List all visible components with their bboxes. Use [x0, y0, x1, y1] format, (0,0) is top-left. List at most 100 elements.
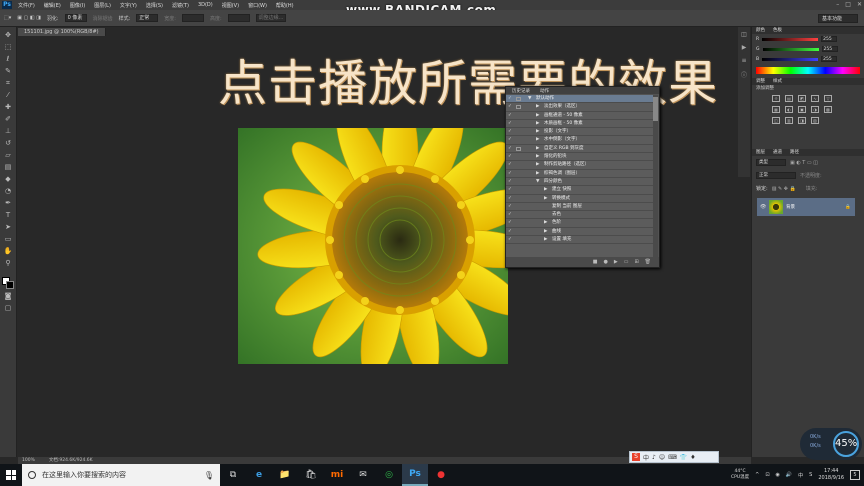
color-swatches[interactable]: [2, 277, 14, 289]
action-row[interactable]: ✓ ▶ 色阶: [506, 219, 654, 228]
channel-slider[interactable]: [762, 57, 819, 61]
action-checkbox[interactable]: ✓: [508, 203, 514, 211]
tab-paths[interactable]: 路径: [790, 149, 799, 156]
close-button[interactable]: ✕: [857, 1, 862, 8]
action-checkbox[interactable]: ✓: [508, 153, 514, 161]
action-row[interactable]: ✓ ▶ 熔化的铅块: [506, 153, 654, 162]
sogou-tray-icon[interactable]: S: [809, 472, 812, 478]
marquee-tool-icon[interactable]: ⬚: [4, 43, 13, 52]
action-row[interactable]: ✓ ▶ 曲线: [506, 228, 654, 237]
action-checkbox[interactable]: ✓: [508, 103, 514, 111]
menu-item[interactable]: 窗口(W): [248, 2, 267, 9]
action-row[interactable]: ✓ 复制 当前 图层: [506, 203, 654, 212]
pen-tool-icon[interactable]: ✒: [4, 199, 13, 208]
store-icon[interactable]: 🛍: [298, 464, 324, 486]
dialog-toggle-icon[interactable]: [516, 146, 521, 151]
microphone-icon[interactable]: 🎙: [204, 471, 214, 480]
play-icon[interactable]: ▶: [614, 259, 618, 265]
feather-input[interactable]: 0 像素: [64, 14, 87, 22]
action-checkbox[interactable]: ✓: [508, 136, 514, 144]
clock[interactable]: 17:44 2018/9/16: [818, 468, 844, 482]
action-row[interactable]: ✓ ▶ 水中倒影（文字）: [506, 136, 654, 145]
new-action-icon[interactable]: ⊞: [634, 259, 638, 265]
action-row[interactable]: ✓ ▼ 四分颜色: [506, 178, 654, 187]
menu-item[interactable]: 图层(L): [94, 2, 111, 9]
photoshop-logo-icon[interactable]: Ps: [2, 1, 12, 9]
lasso-tool-icon[interactable]: ℓ: [4, 55, 13, 64]
action-checkbox[interactable]: ✓: [508, 112, 514, 120]
start-button[interactable]: [0, 464, 22, 486]
twirl-icon[interactable]: ▶: [536, 128, 539, 136]
ime-emoji-icon[interactable]: ☺: [659, 454, 665, 461]
ime-skin-icon[interactable]: 👕: [680, 454, 687, 461]
twirl-icon[interactable]: ▶: [536, 153, 539, 161]
twirl-icon[interactable]: ▶: [536, 161, 539, 169]
action-row[interactable]: ✓ ▶ 设置 填充: [506, 236, 654, 245]
zoom-tool-icon[interactable]: ⚲: [4, 259, 13, 268]
move-tool-icon[interactable]: ✥: [4, 31, 13, 40]
action-checkbox[interactable]: ✓: [508, 120, 514, 128]
action-row[interactable]: ✓ ▶ 棕褐色调（图层）: [506, 170, 654, 178]
menu-item[interactable]: 编辑(E): [44, 2, 61, 9]
record-icon[interactable]: ●: [603, 259, 607, 265]
adjustment-icon[interactable]: ◑: [811, 106, 819, 113]
ime-toolbar[interactable]: S 中 ♪ ☺ ⌨ 👕 ♦: [629, 451, 719, 463]
action-checkbox[interactable]: ✓: [508, 219, 514, 227]
action-row[interactable]: ✓ ▶ 转换模式: [506, 195, 654, 203]
channel-value[interactable]: 255: [821, 36, 838, 42]
minimize-button[interactable]: –: [836, 1, 839, 8]
layer-filter-icons[interactable]: ▣ ◐ T ▭ ◫: [790, 160, 818, 166]
adjustment-icon[interactable]: ▣: [798, 106, 806, 113]
menu-item[interactable]: 文字(Y): [120, 2, 137, 9]
style-select[interactable]: 正常: [136, 14, 159, 22]
healing-brush-tool-icon[interactable]: ✚: [4, 103, 13, 112]
twirl-icon[interactable]: ▶: [536, 145, 539, 153]
action-row[interactable]: ✓ ▶ 木质画框 - 50 像素: [506, 120, 654, 129]
action-row[interactable]: ✓ ▶ 淡出效果（选区）: [506, 103, 654, 112]
twirl-icon[interactable]: ▶: [544, 195, 547, 203]
antialias-checkbox[interactable]: 消除锯齿: [93, 15, 113, 22]
volume-icon[interactable]: 🔊: [786, 472, 792, 478]
menu-item[interactable]: 图像(I): [70, 2, 85, 9]
action-row[interactable]: ✓ ▶ 画框通道 - 50 像素: [506, 112, 654, 120]
blend-mode-select[interactable]: 正常: [756, 172, 796, 179]
action-checkbox[interactable]: ✓: [508, 128, 514, 136]
adjustment-icon[interactable]: ◨: [798, 117, 806, 124]
notification-center-icon[interactable]: 5: [850, 470, 860, 480]
input-lang-icon[interactable]: 中: [798, 472, 803, 479]
dodge-tool-icon[interactable]: ◔: [4, 187, 13, 196]
tab-adjustments[interactable]: 调整: [756, 78, 765, 85]
blur-tool-icon[interactable]: ◆: [4, 175, 13, 184]
document-tab[interactable]: 151101.jpg @ 100%(RGB/8#): [18, 28, 106, 36]
adjustment-icon[interactable]: ▽: [824, 95, 832, 102]
ime-punct-icon[interactable]: ♪: [652, 454, 656, 461]
channel-value[interactable]: 255: [821, 56, 838, 62]
type-tool-icon[interactable]: T: [4, 211, 13, 220]
twirl-icon[interactable]: ▼: [528, 95, 531, 103]
twirl-icon[interactable]: ▶: [536, 170, 539, 178]
adjustment-icon[interactable]: ◫: [772, 117, 780, 124]
adjustment-icon[interactable]: ▧: [811, 117, 819, 124]
properties-panel-icon[interactable]: ≡: [741, 57, 746, 64]
path-select-tool-icon[interactable]: ➤: [4, 223, 13, 232]
workspace-select[interactable]: 基本功能: [818, 14, 858, 23]
lock-icons[interactable]: ▨ ✎ ✥ 🔒: [772, 186, 796, 192]
refine-edge-button[interactable]: 调整边缘...: [255, 14, 287, 22]
tray-app-icon[interactable]: ⊡: [765, 472, 769, 478]
action-checkbox[interactable]: ✓: [508, 186, 514, 194]
tab-history[interactable]: 历史记录: [512, 88, 530, 94]
layer-row-background[interactable]: 👁 背景 🔒: [757, 198, 855, 216]
taskbar-search[interactable]: 在这里输入你要搜索的内容 🎙: [22, 464, 220, 486]
wechat-icon[interactable]: ◎: [376, 464, 402, 486]
eye-icon[interactable]: 👁: [760, 204, 766, 210]
tab-swatches[interactable]: 色板: [773, 27, 782, 34]
twirl-icon[interactable]: ▶: [536, 103, 539, 111]
menu-item[interactable]: 3D(D): [198, 2, 213, 9]
quick-select-tool-icon[interactable]: ✎: [4, 67, 13, 76]
layer-name[interactable]: 背景: [786, 204, 795, 210]
width-input[interactable]: [181, 14, 204, 22]
twirl-icon[interactable]: ▶: [536, 136, 539, 144]
adjustment-icon[interactable]: ☼: [772, 95, 780, 102]
action-row[interactable]: ✓ ▶ 自定义 RGB 到灰度: [506, 145, 654, 154]
selection-mode-icons[interactable]: ▣ ▢ ◧ ◨: [17, 15, 41, 21]
